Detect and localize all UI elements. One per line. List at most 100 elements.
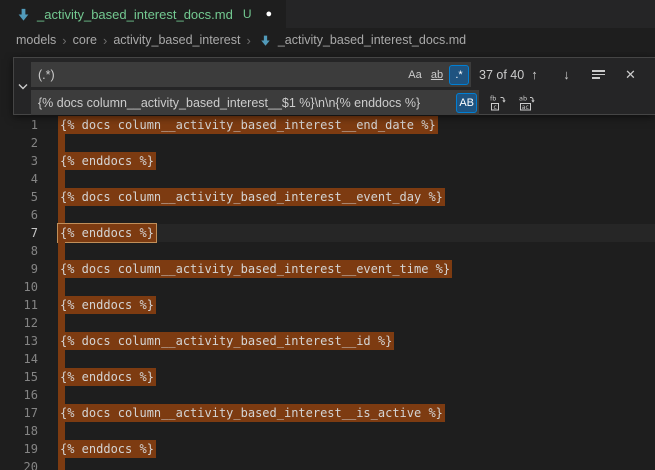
svg-text:ac: ac — [521, 103, 528, 110]
find-match: {% enddocs %} — [58, 296, 156, 314]
line-text: {% docs column__activity_based_interest_… — [58, 188, 445, 206]
find-row: (.*) Aa ab .* 37 of 40 ↑ ↓ — [31, 62, 649, 87]
empty-line-find-match — [58, 350, 65, 368]
find-match: {% docs column__activity_based_interest_… — [58, 260, 452, 278]
empty-line-find-match — [58, 134, 65, 152]
line-text: {% enddocs %} — [58, 224, 156, 242]
find-in-selection-button[interactable] — [590, 66, 607, 83]
code-line[interactable]: 15 {% enddocs %} — [0, 368, 655, 386]
editor-pane[interactable]: 1 {% docs column__activity_based_interes… — [0, 52, 655, 470]
line-number: 9 — [0, 260, 38, 278]
whole-word-button[interactable]: ab — [427, 65, 447, 85]
chevron-right-icon: › — [103, 33, 107, 48]
find-options: Aa ab .* — [405, 65, 471, 85]
svg-text:fb: fb — [490, 95, 496, 103]
find-match: {% docs column__activity_based_interest_… — [58, 116, 438, 134]
code-line[interactable]: 14 — [0, 350, 655, 368]
line-text — [58, 170, 65, 188]
git-status-badge: U — [243, 7, 252, 21]
code-line[interactable]: 9 {% docs column__activity_based_interes… — [0, 260, 655, 278]
line-number: 5 — [0, 188, 38, 206]
find-input[interactable]: (.*) Aa ab .* — [31, 62, 471, 87]
line-number: 20 — [0, 458, 38, 470]
replace-input[interactable]: {% docs column__activity_based_interest_… — [31, 90, 479, 115]
modified-dot-icon[interactable]: ● — [266, 9, 273, 20]
code-line[interactable]: 4 — [0, 170, 655, 188]
find-match: {% enddocs %} — [58, 440, 156, 458]
line-number: 12 — [0, 314, 38, 332]
find-actions: ↑ ↓ ✕ — [526, 66, 649, 83]
code-line[interactable]: 12 — [0, 314, 655, 332]
code-line[interactable]: 18 — [0, 422, 655, 440]
chevron-right-icon: › — [246, 33, 250, 48]
code-line[interactable]: 16 — [0, 386, 655, 404]
code-line[interactable]: 19 {% enddocs %} — [0, 440, 655, 458]
toggle-replace-chevron-icon[interactable] — [14, 58, 31, 114]
code-line[interactable]: 8 — [0, 242, 655, 260]
empty-line-find-match — [58, 422, 65, 440]
line-number: 19 — [0, 440, 38, 458]
code-line[interactable]: 11 {% enddocs %} — [0, 296, 655, 314]
find-widget: (.*) Aa ab .* 37 of 40 ↑ ↓ — [13, 57, 655, 115]
previous-match-button[interactable]: ↑ — [526, 66, 543, 83]
line-text — [58, 242, 65, 260]
code-line[interactable]: 6 — [0, 206, 655, 224]
line-text: {% docs column__activity_based_interest_… — [58, 116, 438, 134]
close-button[interactable]: ✕ — [622, 66, 639, 83]
find-input-value: (.*) — [38, 68, 405, 82]
line-number: 13 — [0, 332, 38, 350]
line-number: 18 — [0, 422, 38, 440]
line-number: 2 — [0, 134, 38, 152]
next-match-button[interactable]: ↓ — [558, 66, 575, 83]
svg-text:c: c — [493, 103, 496, 110]
find-match: {% enddocs %} — [58, 152, 156, 170]
code-line[interactable]: 10 — [0, 278, 655, 296]
replace-input-value: {% docs column__activity_based_interest_… — [38, 96, 456, 110]
empty-line-find-match — [58, 314, 65, 332]
code-lines: 1 {% docs column__activity_based_interes… — [0, 116, 655, 470]
code-line[interactable]: 7 {% enddocs %} — [0, 224, 655, 242]
find-match: {% docs column__activity_based_interest_… — [58, 188, 445, 206]
match-case-button[interactable]: Aa — [405, 65, 425, 85]
code-line[interactable]: 13 {% docs column__activity_based_intere… — [0, 332, 655, 350]
replace-options: AB — [456, 93, 479, 113]
line-text — [58, 386, 65, 404]
use-regex-button[interactable]: .* — [449, 65, 469, 85]
empty-line-find-match — [58, 278, 65, 296]
find-match: {% docs column__activity_based_interest_… — [58, 404, 445, 422]
current-find-match: {% enddocs %} — [58, 224, 156, 242]
replace-all-button[interactable]: ab ac — [518, 94, 535, 111]
vscode-window: _activity_based_interest_docs.md U ● mod… — [0, 0, 655, 470]
breadcrumb-item-core[interactable]: core — [73, 33, 97, 47]
code-line[interactable]: 1 {% docs column__activity_based_interes… — [0, 116, 655, 134]
markdown-icon — [16, 7, 31, 22]
breadcrumb-item-file[interactable]: _activity_based_interest_docs.md — [278, 33, 466, 47]
breadcrumb-item-activity-based-interest[interactable]: activity_based_interest — [113, 33, 240, 47]
editor-tab[interactable]: _activity_based_interest_docs.md U ● — [0, 0, 286, 28]
line-text: {% docs column__activity_based_interest_… — [58, 260, 452, 278]
empty-line-find-match — [58, 206, 65, 224]
code-line[interactable]: 20 — [0, 458, 655, 470]
tab-filename: _activity_based_interest_docs.md — [37, 7, 233, 22]
line-text — [58, 422, 65, 440]
line-text: {% docs column__activity_based_interest_… — [58, 332, 394, 350]
code-line[interactable]: 5 {% docs column__activity_based_interes… — [0, 188, 655, 206]
line-text — [58, 458, 65, 470]
breadcrumb-item-models[interactable]: models — [16, 33, 56, 47]
line-number: 4 — [0, 170, 38, 188]
replace-button[interactable]: fb c — [489, 94, 506, 111]
line-text — [58, 206, 65, 224]
svg-text:ab: ab — [519, 95, 527, 103]
line-number: 15 — [0, 368, 38, 386]
code-line[interactable]: 2 — [0, 134, 655, 152]
find-match: {% docs column__activity_based_interest_… — [58, 332, 394, 350]
line-number: 11 — [0, 296, 38, 314]
line-text: {% docs column__activity_based_interest_… — [58, 404, 445, 422]
find-match: {% enddocs %} — [58, 368, 156, 386]
preserve-case-button[interactable]: AB — [456, 93, 477, 113]
code-line[interactable]: 3 {% enddocs %} — [0, 152, 655, 170]
match-count: 37 of 40 — [479, 68, 524, 82]
line-number: 14 — [0, 350, 38, 368]
code-line[interactable]: 17 {% docs column__activity_based_intere… — [0, 404, 655, 422]
line-number: 10 — [0, 278, 38, 296]
